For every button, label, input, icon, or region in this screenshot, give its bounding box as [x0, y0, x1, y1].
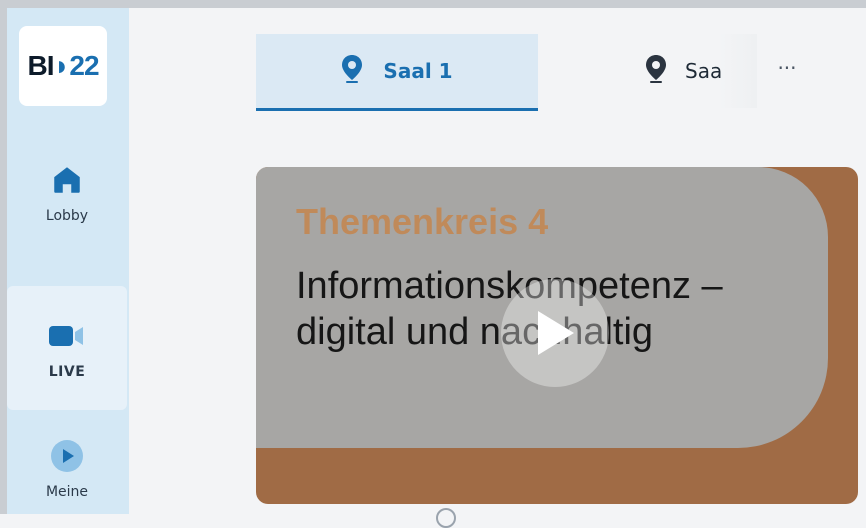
tab-saal-2[interactable]: Saa [629, 34, 757, 108]
sidebar-item-label: Lobby [45, 208, 89, 224]
video-player[interactable]: Themenkreis 4 Informationskompetenz – di… [256, 167, 858, 504]
more-tabs-button[interactable]: ··· [769, 54, 805, 86]
sidebar-item-live[interactable]: LIVE [7, 286, 127, 410]
location-pin-icon [645, 54, 667, 88]
sidebar-item-label: LIVE [48, 364, 86, 380]
video-kicker: Themenkreis 4 [296, 201, 549, 242]
logo[interactable]: BI◗22 [19, 26, 107, 106]
sidebar-item-label: Meine [45, 484, 89, 500]
sidebar-item-lobby[interactable]: Lobby [7, 160, 127, 260]
tab-label: Saa [685, 59, 723, 83]
window-top-edge [0, 0, 866, 8]
logo-text-part1: BI [27, 50, 54, 81]
logo-text-part2: ◗22 [53, 50, 99, 81]
sidebar-item-meine[interactable]: Meine [7, 436, 127, 516]
window-left-edge [0, 0, 7, 514]
video-camera-icon [47, 316, 87, 356]
location-pin-icon [341, 54, 363, 88]
main-area: Saal 1 Saa ··· Themenkreis 4 Information… [129, 8, 866, 528]
play-circle-icon [47, 436, 87, 476]
sidebar: BI◗22 Lobby LIVE Meine [7, 8, 129, 514]
tab-saal-1[interactable]: Saal 1 [256, 34, 538, 111]
home-icon [47, 160, 87, 200]
tab-label: Saal 1 [383, 59, 453, 83]
play-icon [538, 311, 574, 355]
play-button[interactable] [501, 279, 609, 387]
scroll-hint-icon [436, 508, 456, 528]
